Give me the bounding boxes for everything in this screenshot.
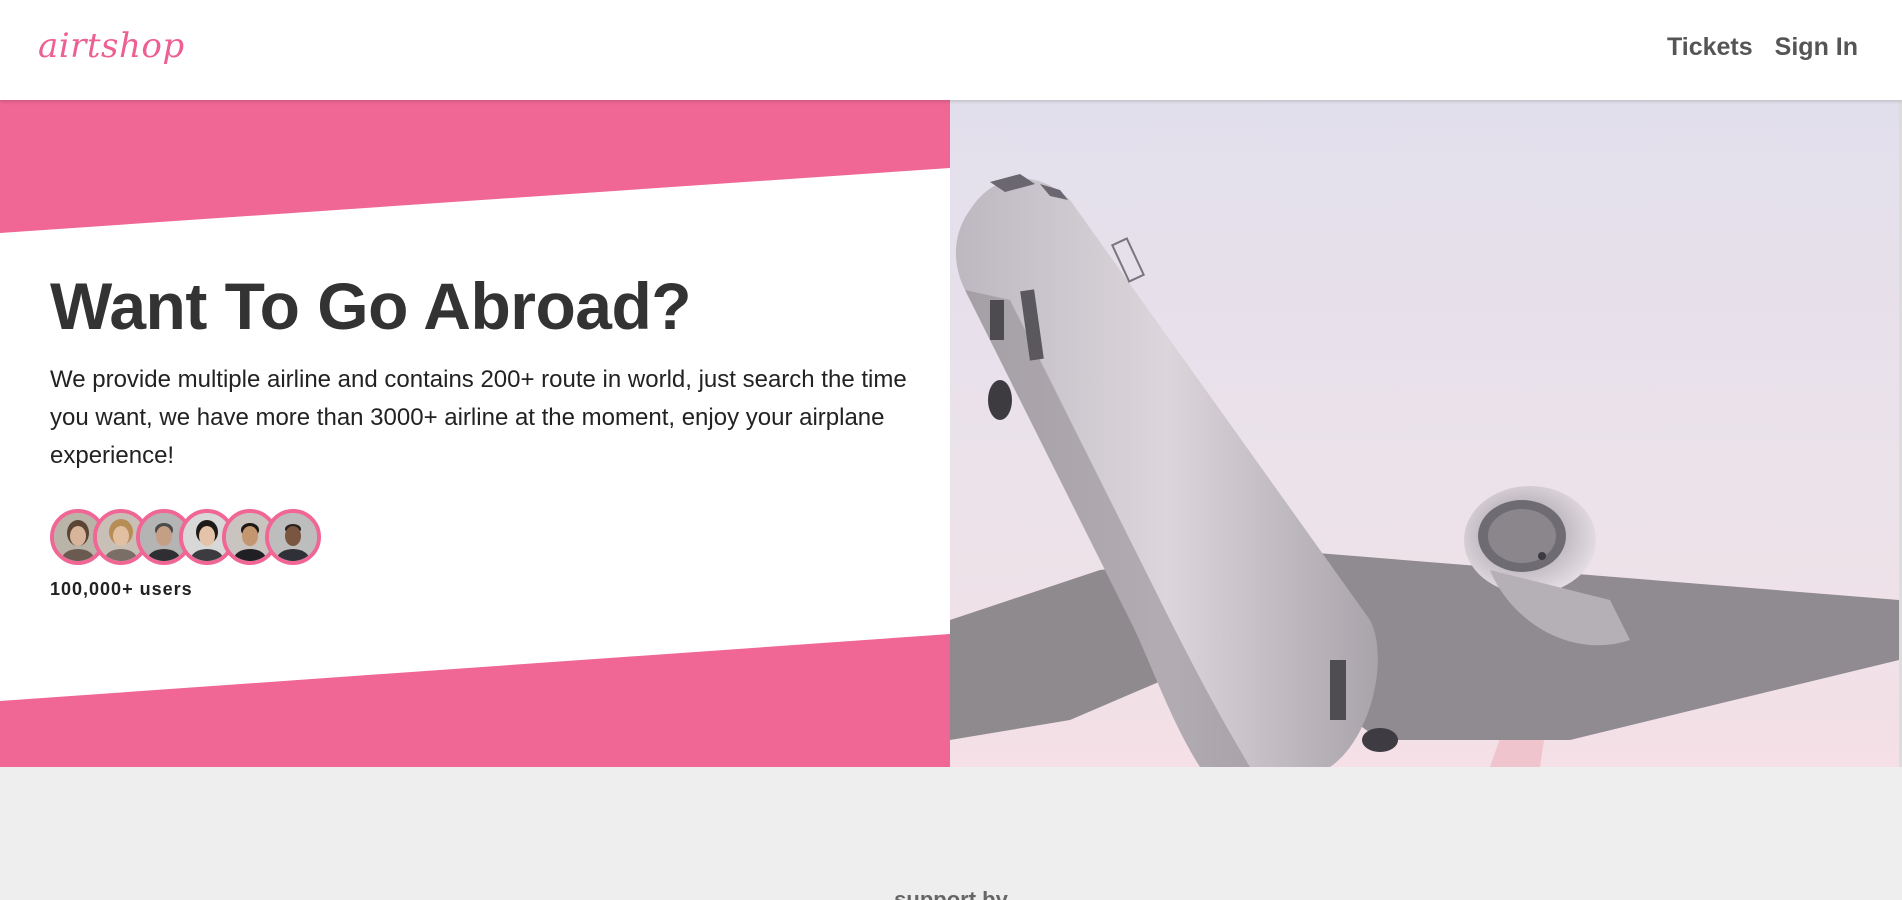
nav-link-sign-in[interactable]: Sign In [1775,33,1858,62]
user-avatars [50,508,910,565]
page: airtshop Tickets Sign In Want To Go Abro… [0,0,1902,900]
top-header: airtshop Tickets Sign In [0,0,1902,100]
avatar [265,508,321,565]
hero-section: Want To Go Abroad? We provide multiple a… [0,100,1902,867]
hero-description: We provide multiple airline and contains… [50,365,907,469]
nav-link-tickets[interactable]: Tickets [1667,33,1753,62]
hero-content: Want To Go Abroad? We provide multiple a… [50,270,910,600]
users-count: 100,000+ users [50,578,193,599]
main-nav: Tickets Sign In [1667,33,1858,62]
support-section: support by [0,767,1902,900]
hero-airplane-image [950,100,1899,767]
brand-logo[interactable]: airtshop [38,26,185,66]
support-title: support by [894,887,1008,900]
airplane-illustration [950,100,1899,767]
hero-left-panel: Want To Go Abroad? We provide multiple a… [0,100,950,767]
hero-title: Want To Go Abroad? [50,269,692,343]
